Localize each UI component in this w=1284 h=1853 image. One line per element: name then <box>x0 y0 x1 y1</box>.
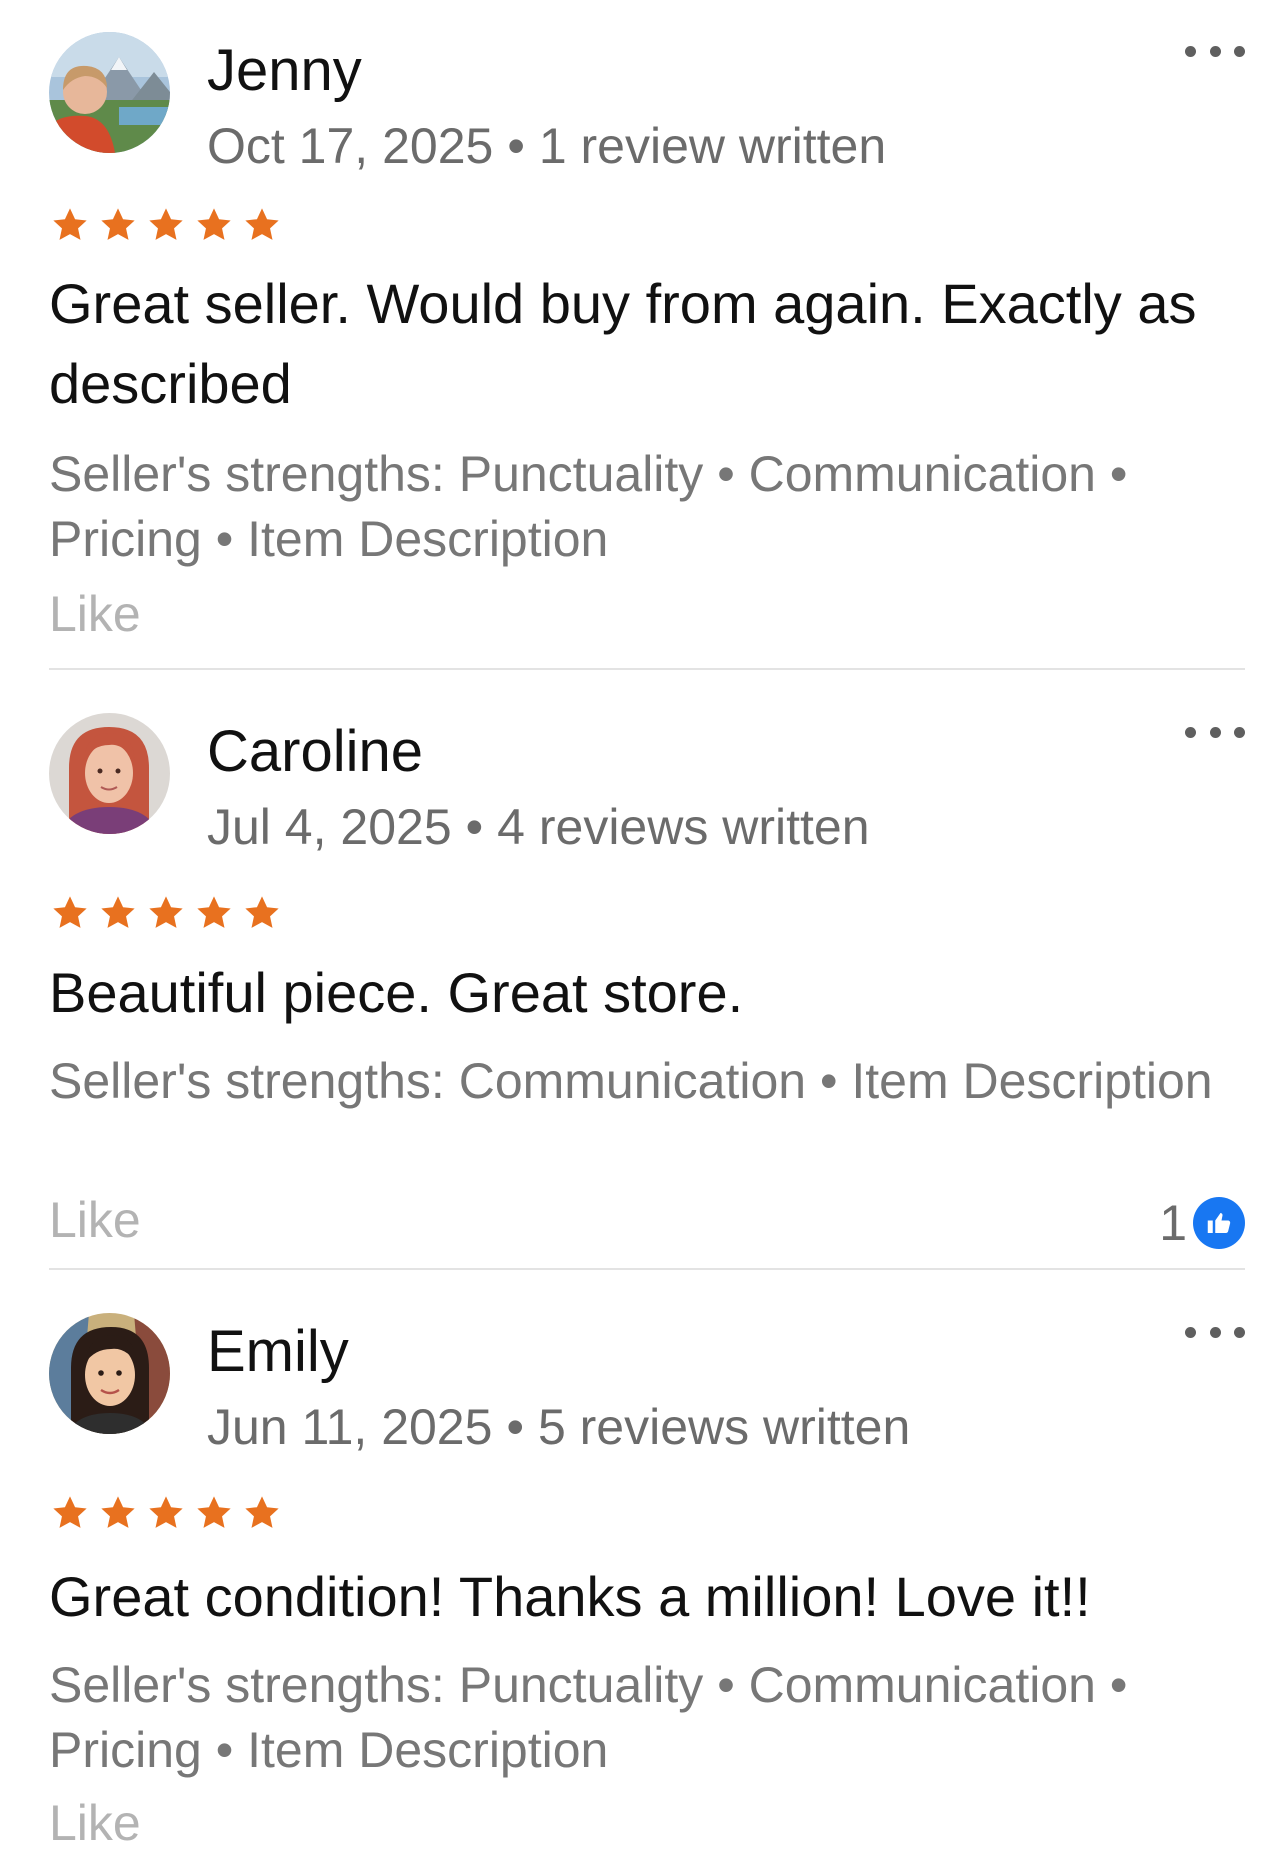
reviewer-name[interactable]: Emily <box>207 1319 349 1385</box>
star-rating <box>49 1492 283 1536</box>
like-button[interactable]: Like <box>49 1190 141 1250</box>
star-icon <box>101 208 135 240</box>
star-icon <box>197 208 231 240</box>
separator-dot: • <box>506 1399 524 1455</box>
more-dot-icon <box>1185 726 1196 738</box>
star-icon <box>197 1496 231 1528</box>
like-count[interactable]: 1 <box>1159 1195 1245 1251</box>
review-meta: Jul 4, 2025 • 4 reviews written <box>207 797 870 857</box>
review-date: Jul 4, 2025 <box>207 799 452 855</box>
more-dot-icon <box>1234 1326 1245 1338</box>
avatar-image <box>49 32 170 153</box>
reviewer-name[interactable]: Caroline <box>207 719 423 785</box>
avatar-image <box>49 713 170 834</box>
reviews-written-count[interactable]: 4 reviews written <box>497 799 869 855</box>
star-icon <box>53 896 87 928</box>
more-options-button[interactable] <box>1185 719 1245 745</box>
reviews-written-count[interactable]: 5 reviews written <box>538 1399 910 1455</box>
reviews-written-count[interactable]: 1 review written <box>539 118 886 174</box>
star-icon <box>101 896 135 928</box>
seller-strengths: Seller's strengths: Punctuality • Commun… <box>49 446 1128 567</box>
reviewer-name[interactable]: Jenny <box>207 38 362 104</box>
avatar[interactable] <box>49 32 170 153</box>
seller-strengths: Seller's strengths: Punctuality • Commun… <box>49 1657 1128 1778</box>
star-icon <box>101 1496 135 1528</box>
more-dot-icon <box>1185 1326 1196 1338</box>
review-text: Great condition! Thanks a million! Love … <box>49 1565 1091 1628</box>
separator-dot: • <box>507 118 525 174</box>
more-dot-icon <box>1234 726 1245 738</box>
avatar[interactable] <box>49 1313 170 1434</box>
more-dot-icon <box>1209 45 1221 57</box>
more-options-button[interactable] <box>1185 38 1245 64</box>
avatar-image <box>49 1313 170 1434</box>
star-icon <box>149 896 183 928</box>
star-icon <box>245 1496 279 1528</box>
star-rating <box>49 204 283 248</box>
more-dot-icon <box>1209 726 1221 738</box>
star-icon <box>149 208 183 240</box>
review-date: Oct 17, 2025 <box>207 118 494 174</box>
more-dot-icon <box>1209 1326 1221 1338</box>
separator-dot: • <box>465 799 484 855</box>
like-count-number: 1 <box>1159 1195 1187 1251</box>
review-text: Beautiful piece. Great store. <box>49 961 744 1024</box>
divider <box>49 1268 1245 1270</box>
star-icon <box>245 896 279 928</box>
star-icon <box>53 1496 87 1528</box>
more-dot-icon <box>1185 45 1196 57</box>
like-button[interactable]: Like <box>49 584 141 644</box>
like-button[interactable]: Like <box>49 1793 141 1853</box>
review-meta: Jun 11, 2025 • 5 reviews written <box>207 1397 910 1457</box>
star-icon <box>149 1496 183 1528</box>
star-icon <box>53 208 87 240</box>
review-meta: Oct 17, 2025 • 1 review written <box>207 116 886 176</box>
review-text: Great seller. Would buy from again. Exac… <box>49 272 1197 415</box>
avatar[interactable] <box>49 713 170 834</box>
star-icon <box>197 896 231 928</box>
more-dot-icon <box>1234 45 1245 57</box>
divider <box>49 668 1245 670</box>
seller-strengths: Seller's strengths: Communication • Item… <box>49 1053 1213 1109</box>
star-icon <box>245 208 279 240</box>
thumbs-up-icon <box>1193 1197 1245 1249</box>
more-options-button[interactable] <box>1185 1319 1245 1345</box>
star-rating <box>49 892 283 936</box>
review-date: Jun 11, 2025 <box>207 1399 493 1455</box>
